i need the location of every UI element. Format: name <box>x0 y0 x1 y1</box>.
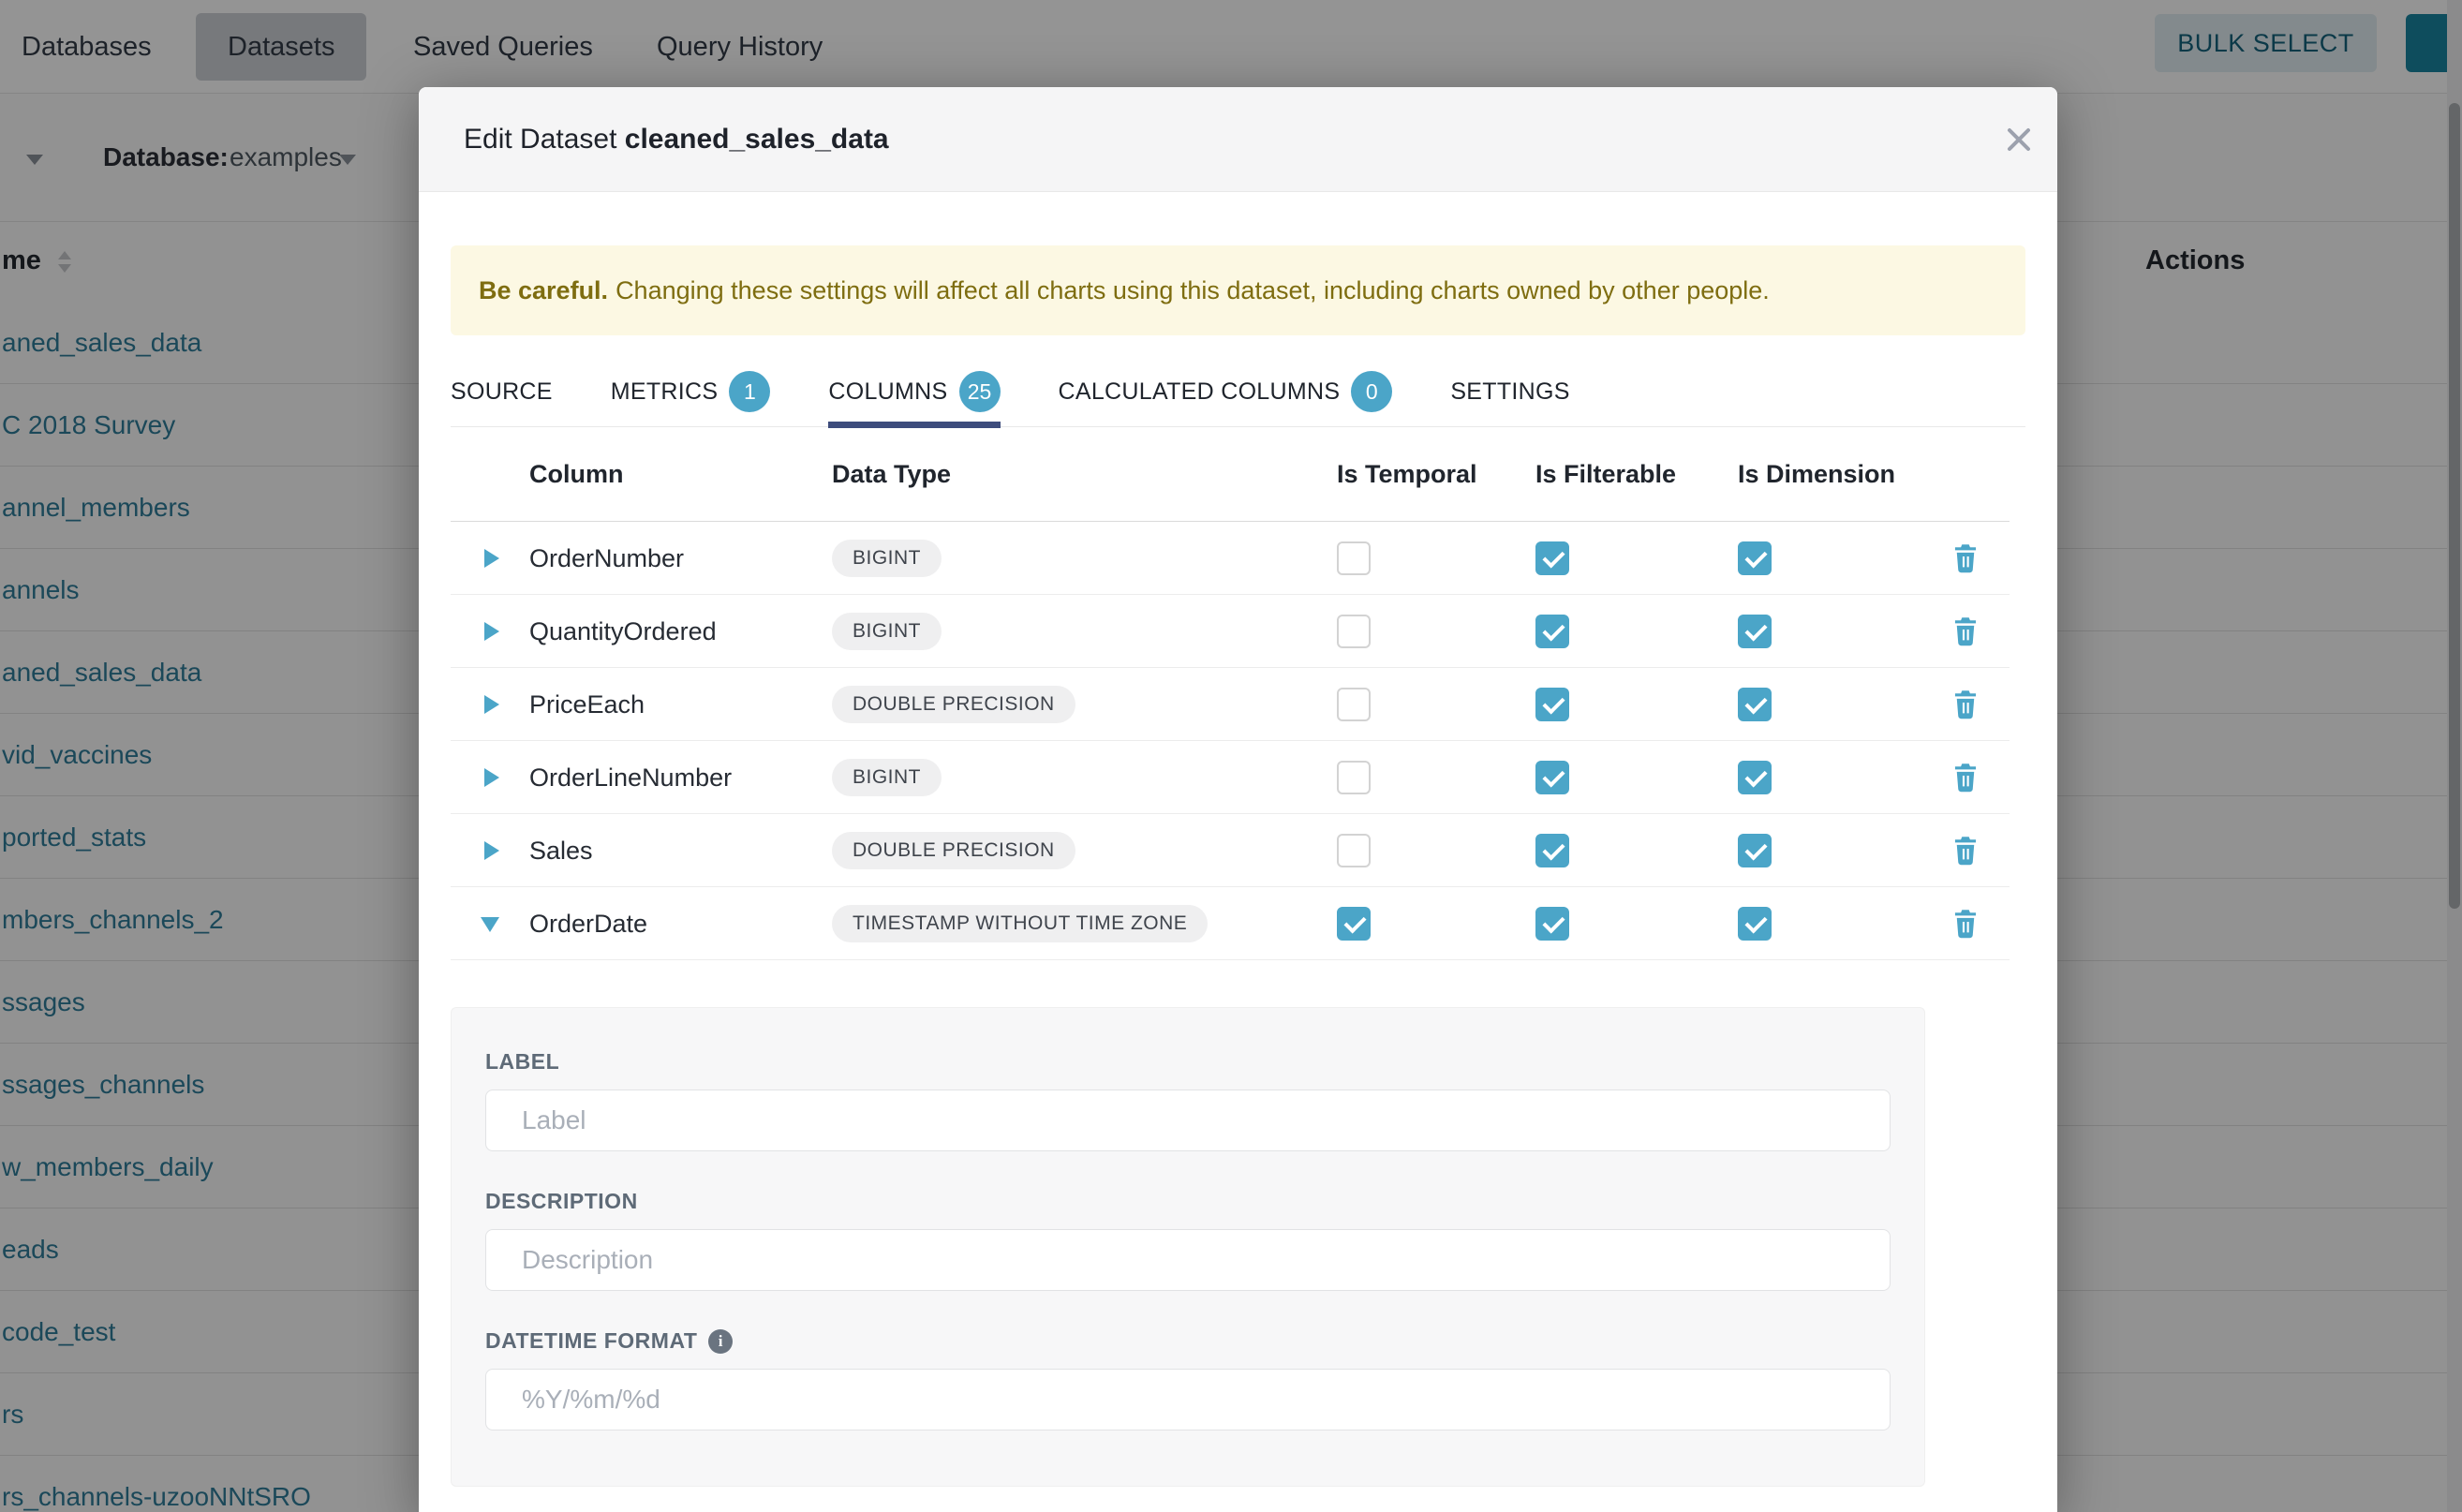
column-name: OrderDate <box>529 887 647 960</box>
delete-column-trash-icon[interactable] <box>1951 909 1980 939</box>
column-row-quantityordered: QuantityOrdered BIGINT <box>451 595 2010 668</box>
column-row-sales: Sales DOUBLE PRECISION <box>451 814 2010 887</box>
data-type-badge: BIGINT <box>832 613 942 650</box>
tab-metrics[interactable]: METRICS 1 <box>611 356 771 427</box>
column-row-orderlinenumber: OrderLineNumber BIGINT <box>451 741 2010 814</box>
data-type-badge: DOUBLE PRECISION <box>832 832 1075 869</box>
is-filterable-checkbox[interactable] <box>1535 907 1569 941</box>
tab-label: CALCULATED COLUMNS <box>1059 378 1341 406</box>
is-temporal-checkbox[interactable] <box>1337 907 1371 941</box>
expand-caret-icon[interactable] <box>484 549 499 568</box>
is-filterable-checkbox[interactable] <box>1535 541 1569 575</box>
expand-caret-icon[interactable] <box>484 768 499 787</box>
tab-columns[interactable]: COLUMNS 25 <box>828 356 1000 427</box>
description-field-label: DESCRIPTION <box>485 1189 1891 1214</box>
data-type-badge: TIMESTAMP WITHOUT TIME ZONE <box>832 905 1208 942</box>
header-column: Column <box>529 427 624 522</box>
datetime-format-input[interactable] <box>485 1369 1891 1430</box>
warning-bold: Be careful. <box>479 276 608 305</box>
is-filterable-checkbox[interactable] <box>1535 834 1569 867</box>
delete-column-trash-icon[interactable] <box>1951 689 1980 719</box>
column-row-ordernumber: OrderNumber BIGINT <box>451 522 2010 595</box>
tab-label: SETTINGS <box>1450 378 1569 406</box>
modal-tabs: SOURCE METRICS 1 COLUMNS 25 CALCULATED COLUMN… <box>451 356 2025 427</box>
columns-table-body: OrderNumber BIGINT QuantityOrdered BIGINT Pr… <box>451 522 2010 960</box>
delete-column-trash-icon[interactable] <box>1951 763 1980 793</box>
column-row-priceeach: PriceEach DOUBLE PRECISION <box>451 668 2010 741</box>
header-is-temporal: Is Temporal <box>1337 427 1477 522</box>
column-name: OrderNumber <box>529 522 684 595</box>
info-icon[interactable]: i <box>708 1329 733 1354</box>
expand-caret-icon[interactable] <box>484 841 499 860</box>
header-is-dimension: Is Dimension <box>1738 427 1895 522</box>
is-dimension-checkbox[interactable] <box>1738 834 1772 867</box>
column-detail-panel: LABEL DESCRIPTION DATETIME FORMAT i <box>451 1007 1925 1487</box>
is-dimension-checkbox[interactable] <box>1738 761 1772 794</box>
tab-label: COLUMNS <box>828 378 947 406</box>
modal-title-dataset-name: cleaned_sales_data <box>625 124 889 155</box>
column-row-orderdate: OrderDate TIMESTAMP WITHOUT TIME ZONE <box>451 887 2010 960</box>
tab-source[interactable]: SOURCE <box>451 356 553 427</box>
is-filterable-checkbox[interactable] <box>1535 688 1569 721</box>
data-type-badge: BIGINT <box>832 759 942 796</box>
description-input[interactable] <box>485 1229 1891 1291</box>
is-dimension-checkbox[interactable] <box>1738 688 1772 721</box>
tab-settings[interactable]: SETTINGS <box>1450 356 1569 427</box>
is-filterable-checkbox[interactable] <box>1535 615 1569 648</box>
is-dimension-checkbox[interactable] <box>1738 615 1772 648</box>
data-type-badge: DOUBLE PRECISION <box>832 686 1075 723</box>
warning-text: Changing these settings will affect all … <box>616 276 1770 305</box>
label-field-label: LABEL <box>485 1049 1891 1075</box>
column-name: QuantityOrdered <box>529 595 717 668</box>
delete-column-trash-icon[interactable] <box>1951 616 1980 646</box>
column-name: OrderLineNumber <box>529 741 732 814</box>
edit-dataset-modal: Edit Dataset cleaned_sales_data Be caref… <box>419 87 2057 1512</box>
is-dimension-checkbox[interactable] <box>1738 907 1772 941</box>
column-name: PriceEach <box>529 668 645 741</box>
is-temporal-checkbox[interactable] <box>1337 688 1371 721</box>
data-type-badge: BIGINT <box>832 540 942 577</box>
is-temporal-checkbox[interactable] <box>1337 834 1371 867</box>
datetime-format-field-label: DATETIME FORMAT i <box>485 1328 1891 1354</box>
is-filterable-checkbox[interactable] <box>1535 761 1569 794</box>
warning-banner: Be careful. Changing these settings will… <box>451 245 2025 335</box>
tab-count-badge: 1 <box>729 371 770 412</box>
tab-label: METRICS <box>611 378 719 406</box>
modal-header: Edit Dataset cleaned_sales_data <box>419 87 2057 192</box>
expand-caret-icon[interactable] <box>484 695 499 714</box>
is-dimension-checkbox[interactable] <box>1738 541 1772 575</box>
tab-calculated-columns[interactable]: CALCULATED COLUMNS 0 <box>1059 356 1393 427</box>
tab-label: SOURCE <box>451 378 553 406</box>
is-temporal-checkbox[interactable] <box>1337 541 1371 575</box>
expand-caret-icon[interactable] <box>484 622 499 641</box>
tab-count-badge: 0 <box>1351 371 1392 412</box>
header-data-type: Data Type <box>832 427 951 522</box>
delete-column-trash-icon[interactable] <box>1951 836 1980 866</box>
delete-column-trash-icon[interactable] <box>1951 543 1980 573</box>
tab-count-badge: 25 <box>959 371 1001 412</box>
is-temporal-checkbox[interactable] <box>1337 761 1371 794</box>
label-input[interactable] <box>485 1090 1891 1151</box>
close-icon[interactable] <box>1998 119 2039 160</box>
collapse-caret-icon[interactable] <box>481 917 499 932</box>
modal-title: Edit Dataset cleaned_sales_data <box>464 87 889 192</box>
columns-table-header: Column Data Type Is Temporal Is Filterab… <box>451 427 2010 522</box>
header-is-filterable: Is Filterable <box>1535 427 1676 522</box>
column-name: Sales <box>529 814 593 887</box>
is-temporal-checkbox[interactable] <box>1337 615 1371 648</box>
